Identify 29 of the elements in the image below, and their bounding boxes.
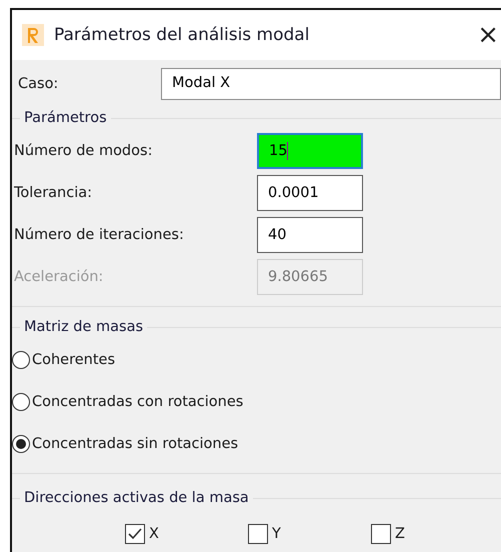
group-title: Matriz de masas — [23, 319, 144, 335]
input-field[interactable]: 40 — [257, 217, 363, 253]
field-label: Número de modos: — [13, 143, 154, 159]
check-icon — [127, 527, 143, 541]
radio-button[interactable] — [12, 435, 30, 453]
case-field[interactable]: Modal X — [161, 68, 501, 100]
checkbox-label: Y — [272, 526, 281, 542]
input-field: 9.80665 — [257, 259, 363, 295]
field-label: Tolerancia: — [13, 185, 94, 201]
field-label: Número de iteraciones: — [13, 227, 185, 243]
close-button[interactable]: × — [477, 22, 501, 48]
checkbox[interactable] — [125, 524, 145, 544]
radio-label: Concentradas sin rotaciones — [32, 436, 238, 452]
group-title: Direcciones activas de la masa — [23, 490, 250, 506]
checkbox[interactable] — [248, 524, 268, 544]
checkbox[interactable] — [371, 524, 391, 544]
checkbox-label: Z — [395, 526, 405, 542]
input-field[interactable]: 15 — [257, 133, 363, 169]
radio-label: Concentradas con rotaciones — [32, 394, 244, 410]
checkbox-label: X — [149, 526, 159, 542]
logo-icon — [22, 24, 44, 46]
radio-label: Coherentes — [32, 352, 116, 368]
field-label: Caso: — [17, 76, 60, 92]
field-label: Aceleración: — [13, 269, 104, 285]
group-title: Parámetros — [23, 110, 108, 126]
radio-button[interactable] — [12, 393, 30, 411]
radio-button[interactable] — [12, 351, 30, 369]
input-field[interactable]: 0.0001 — [257, 175, 363, 211]
window-title: Parámetros del análisis modal — [54, 25, 310, 45]
